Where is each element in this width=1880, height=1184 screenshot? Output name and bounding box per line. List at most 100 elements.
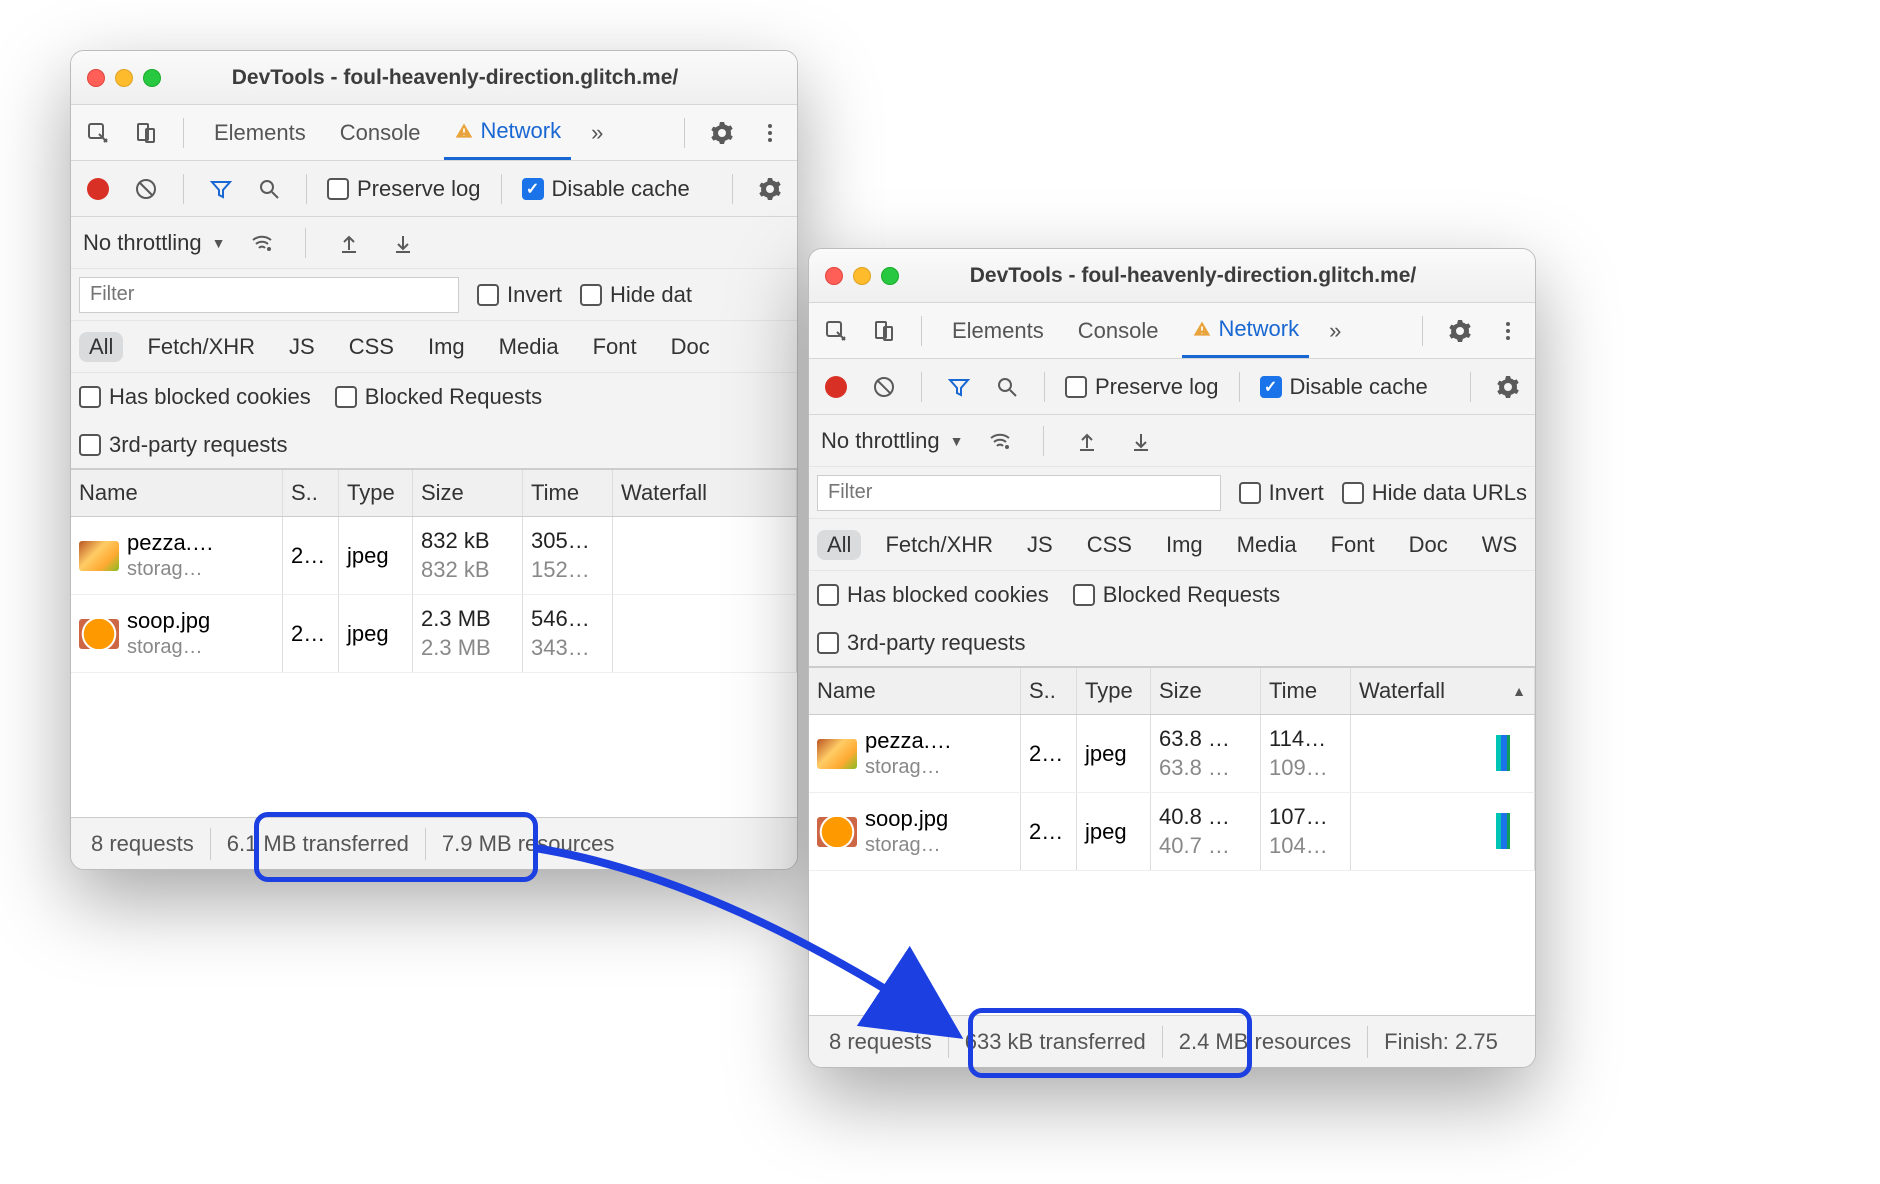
preserve-log-checkbox[interactable]: Preserve log (327, 176, 481, 202)
settings-gear-icon[interactable] (1443, 314, 1477, 348)
throttling-dropdown[interactable]: No throttling ▼ (83, 230, 225, 256)
col-size[interactable]: Size (413, 470, 523, 516)
blocked-cookies-checkbox[interactable]: Has blocked cookies (79, 384, 311, 410)
col-name[interactable]: Name (809, 668, 1021, 714)
table-header[interactable]: Name S.. Type Size Time Waterfall ▲ (809, 667, 1535, 715)
kebab-menu-icon[interactable] (753, 116, 787, 150)
titlebar[interactable]: DevTools - foul-heavenly-direction.glitc… (71, 51, 797, 105)
close-window-button[interactable] (87, 69, 105, 87)
record-button[interactable] (819, 370, 853, 404)
tab-elements[interactable]: Elements (942, 303, 1054, 358)
tab-console[interactable]: Console (1068, 303, 1169, 358)
preserve-log-checkbox[interactable]: Preserve log (1065, 374, 1219, 400)
titlebar[interactable]: DevTools - foul-heavenly-direction.glitc… (809, 249, 1535, 303)
col-time[interactable]: Time (1261, 668, 1351, 714)
type-pill-ws[interactable]: WS (1472, 530, 1527, 560)
hide-data-urls-checkbox[interactable]: Hide dat (580, 282, 692, 308)
type-pill-all[interactable]: All (817, 530, 861, 560)
type-pill-img[interactable]: Img (418, 332, 475, 362)
zoom-window-button[interactable] (881, 267, 899, 285)
col-name[interactable]: Name (71, 470, 283, 516)
col-waterfall[interactable]: Waterfall (613, 470, 797, 516)
type-pill-doc[interactable]: Doc (1399, 530, 1458, 560)
upload-har-icon[interactable] (332, 226, 366, 260)
type-pill-js[interactable]: JS (1017, 530, 1063, 560)
table-row[interactable]: soop.jpg storag… 2… jpeg 40.8 … 40.7 … 1… (809, 793, 1535, 871)
blocked-cookies-checkbox[interactable]: Has blocked cookies (817, 582, 1049, 608)
filter-row: Invert Hide dat (71, 269, 797, 321)
device-toggle-icon[interactable] (129, 116, 163, 150)
search-button[interactable] (252, 172, 286, 206)
filter-toggle-button[interactable] (942, 370, 976, 404)
kebab-menu-icon[interactable] (1491, 314, 1525, 348)
type-pill-doc[interactable]: Doc (661, 332, 720, 362)
table-row[interactable]: soop.jpg storag… 2… jpeg 2.3 MB 2.3 MB 5… (71, 595, 797, 673)
clear-button[interactable] (129, 172, 163, 206)
more-tabs-chevron-icon[interactable]: » (585, 120, 609, 146)
window-title: DevTools - foul-heavenly-direction.glitc… (189, 66, 781, 90)
device-toggle-icon[interactable] (867, 314, 901, 348)
type-pill-media[interactable]: Media (489, 332, 569, 362)
table-header[interactable]: Name S.. Type Size Time Waterfall (71, 469, 797, 517)
type-pill-media[interactable]: Media (1227, 530, 1307, 560)
tab-label: Console (340, 120, 421, 146)
network-conditions-icon[interactable] (983, 424, 1017, 458)
tab-elements[interactable]: Elements (204, 105, 316, 160)
filter-toggle-button[interactable] (204, 172, 238, 206)
checkbox-unchecked-icon (817, 584, 839, 606)
inspect-element-icon[interactable] (819, 314, 853, 348)
type-pill-css[interactable]: CSS (339, 332, 404, 362)
col-time[interactable]: Time (523, 470, 613, 516)
search-button[interactable] (990, 370, 1024, 404)
invert-checkbox[interactable]: Invert (1239, 480, 1324, 506)
download-har-icon[interactable] (1124, 424, 1158, 458)
minimize-window-button[interactable] (115, 69, 133, 87)
download-har-icon[interactable] (386, 226, 420, 260)
col-waterfall[interactable]: Waterfall ▲ (1351, 668, 1535, 714)
close-window-button[interactable] (825, 267, 843, 285)
record-icon (87, 178, 109, 200)
third-party-checkbox[interactable]: 3rd-party requests (79, 432, 288, 458)
type-pill-font[interactable]: Font (583, 332, 647, 362)
settings-gear-icon[interactable] (705, 116, 739, 150)
size-cell: 832 kB 832 kB (413, 517, 523, 594)
zoom-window-button[interactable] (143, 69, 161, 87)
col-size[interactable]: Size (1151, 668, 1261, 714)
table-row[interactable]: pezza.… storag… 2… jpeg 832 kB 832 kB 30… (71, 517, 797, 595)
inspect-element-icon[interactable] (81, 116, 115, 150)
type-pill-fetch[interactable]: Fetch/XHR (137, 332, 265, 362)
clear-button[interactable] (867, 370, 901, 404)
type-pill-font[interactable]: Font (1321, 530, 1385, 560)
table-row[interactable]: pezza.… storag… 2… jpeg 63.8 … 63.8 … 11… (809, 715, 1535, 793)
minimize-window-button[interactable] (853, 267, 871, 285)
disable-cache-checkbox[interactable]: ✓ Disable cache (1260, 374, 1428, 400)
type-pill-js[interactable]: JS (279, 332, 325, 362)
tab-network[interactable]: Network (1182, 303, 1309, 358)
more-tabs-chevron-icon[interactable]: » (1323, 318, 1347, 344)
throttling-dropdown[interactable]: No throttling ▼ (821, 428, 963, 454)
disable-cache-checkbox[interactable]: ✓ Disable cache (522, 176, 690, 202)
third-party-checkbox[interactable]: 3rd-party requests (817, 630, 1026, 656)
network-settings-gear-icon[interactable] (753, 172, 787, 206)
separator (684, 118, 685, 148)
col-status[interactable]: S.. (1021, 668, 1077, 714)
invert-checkbox[interactable]: Invert (477, 282, 562, 308)
tab-network[interactable]: Network (444, 105, 571, 160)
filter-input[interactable] (79, 277, 459, 313)
col-type[interactable]: Type (1077, 668, 1151, 714)
record-button[interactable] (81, 172, 115, 206)
type-pill-img[interactable]: Img (1156, 530, 1213, 560)
network-conditions-icon[interactable] (245, 226, 279, 260)
type-pill-css[interactable]: CSS (1077, 530, 1142, 560)
tab-console[interactable]: Console (330, 105, 431, 160)
col-type[interactable]: Type (339, 470, 413, 516)
blocked-requests-checkbox[interactable]: Blocked Requests (1073, 582, 1280, 608)
filter-input[interactable] (817, 475, 1221, 511)
blocked-requests-checkbox[interactable]: Blocked Requests (335, 384, 542, 410)
type-pill-fetch[interactable]: Fetch/XHR (875, 530, 1003, 560)
network-settings-gear-icon[interactable] (1491, 370, 1525, 404)
type-pill-all[interactable]: All (79, 332, 123, 362)
hide-data-urls-checkbox[interactable]: Hide data URLs (1342, 480, 1527, 506)
col-status[interactable]: S.. (283, 470, 339, 516)
upload-har-icon[interactable] (1070, 424, 1104, 458)
